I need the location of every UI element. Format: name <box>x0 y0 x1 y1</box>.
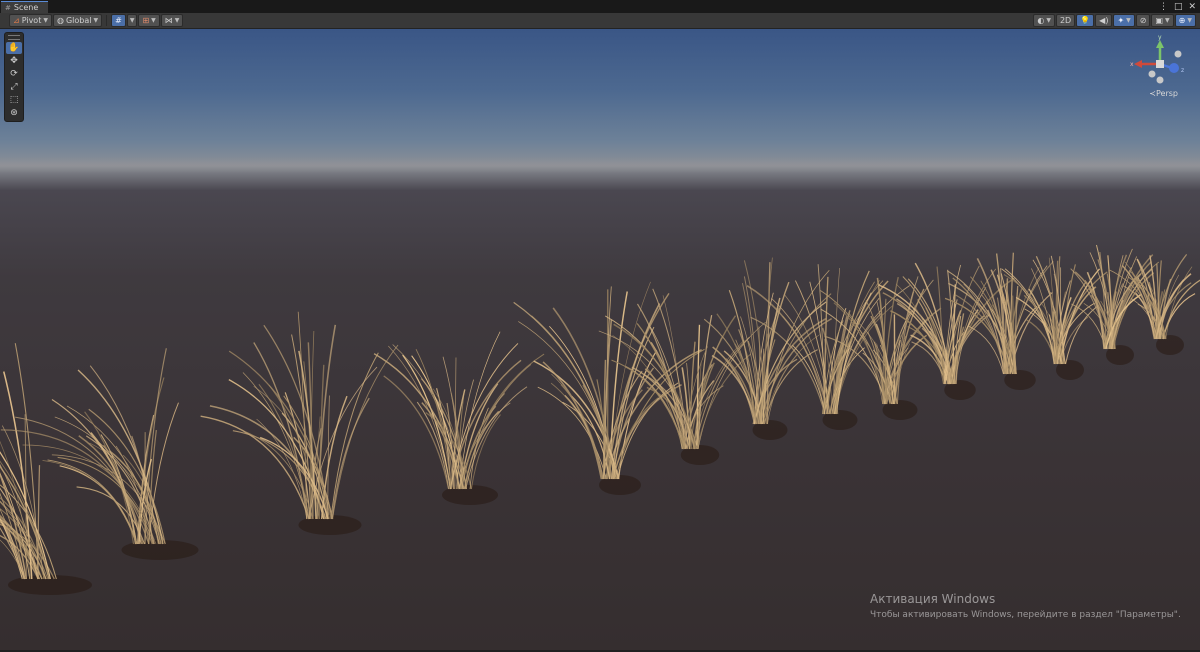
lighting-toggle-button[interactable]: 💡 <box>1076 14 1095 27</box>
globe-icon: ◍ <box>56 16 64 25</box>
maximize-icon[interactable]: □ <box>1174 2 1183 12</box>
move-tool[interactable]: ✥ <box>6 55 22 67</box>
grass-tuft <box>200 311 399 535</box>
draw-mode-button[interactable]: ◐ ▼ <box>1033 14 1055 27</box>
rect-icon: ⬚ <box>9 95 19 105</box>
pivot-icon: ⊿ <box>13 16 20 25</box>
visibility-toggle-button[interactable]: ⊘ <box>1135 14 1151 27</box>
effects-icon: ✦ <box>1117 16 1125 25</box>
axis-gizmo-icon: y x z <box>1130 34 1184 84</box>
chevron-down-icon: ▼ <box>129 17 135 24</box>
snap-button[interactable]: ⊞ ▼ <box>138 14 160 27</box>
gizmos-icon: ⊕ <box>1178 16 1186 25</box>
snap-icon: ⊞ <box>142 16 150 25</box>
more-options-icon[interactable]: ⋮ <box>1159 2 1168 12</box>
projection-toggle[interactable]: ≺Persp <box>1149 89 1178 98</box>
grass-tuft <box>513 281 705 495</box>
chevron-down-icon: ▼ <box>151 17 156 24</box>
lightbulb-icon: 💡 <box>1080 16 1091 25</box>
chevron-down-icon: ▼ <box>1187 17 1192 24</box>
shading-mode-icon: ◐ <box>1037 16 1045 25</box>
grass-tuft <box>703 257 832 440</box>
tools-palette: ✋ ✥ ⟳ ⤢ ⬚ ⊛ <box>4 32 24 122</box>
scene-icon: # <box>5 3 11 12</box>
camera-icon: ▣ <box>1155 16 1164 25</box>
toolbar-right-group: ◐ ▼ 2D 💡 ◀) ✦ ▼ ⊘ ▣ ▼ ⊕ ▼ <box>1033 14 1196 27</box>
axis-y-label: y <box>1158 34 1162 41</box>
palette-grip-handle[interactable] <box>8 35 20 40</box>
effects-button[interactable]: ✦ ▼ <box>1113 14 1135 27</box>
scene-viewport[interactable]: ✋ ✥ ⟳ ⤢ ⬚ ⊛ y x z ≺Persp Активация Windo… <box>0 29 1200 650</box>
grass-tuft <box>373 331 545 505</box>
grid-options-button[interactable]: ▼ <box>126 14 138 27</box>
tab-scene[interactable]: # Scene <box>1 1 48 13</box>
hand-icon: ✋ <box>8 43 20 53</box>
chevron-down-icon: ▼ <box>43 17 48 24</box>
hidden-eye-icon: ⊘ <box>1139 16 1147 25</box>
rect-tool[interactable]: ⬚ <box>6 94 22 106</box>
pivot-label: Pivot <box>21 16 42 25</box>
scale-icon: ⤢ <box>10 82 18 92</box>
scene-toolbar: ⊿ Pivot ▼ ◍ Global ▼ # ▼ ⊞ ▼ ⋈ ▼ ◐ ▼ 2D … <box>0 13 1200 29</box>
hand-tool[interactable]: ✋ <box>6 42 22 54</box>
grid-icon: # <box>115 16 122 25</box>
increment-snap-icon: ⋈ <box>164 16 173 25</box>
axis-x-label: x <box>1130 61 1134 68</box>
tab-scene-label: Scene <box>13 3 39 12</box>
gizmos-button[interactable]: ⊕ ▼ <box>1174 14 1196 27</box>
camera-settings-button[interactable]: ▣ ▼ <box>1151 14 1174 27</box>
tab-bar: # Scene ⋮ □ ✕ <box>0 0 1200 13</box>
axis-z-label: z <box>1181 67 1184 74</box>
mode-2d-button[interactable]: 2D <box>1055 14 1076 27</box>
transform-tool[interactable]: ⊛ <box>6 107 22 119</box>
increment-snap-button[interactable]: ⋈ ▼ <box>160 14 184 27</box>
grid-toggle-button[interactable]: # <box>111 14 126 27</box>
chevron-down-icon: ▼ <box>1165 17 1170 24</box>
chevron-down-icon: ▼ <box>93 17 99 24</box>
chevron-down-icon: ▼ <box>174 17 180 24</box>
speaker-icon: ◀) <box>1099 16 1109 25</box>
move-icon: ✥ <box>10 56 18 66</box>
grass-field <box>0 244 1200 595</box>
toolbar-separator <box>106 15 108 26</box>
windows-activation-watermark: Активация Windows Чтобы активировать Win… <box>870 592 1181 620</box>
grass-tuft <box>944 252 1054 390</box>
mode-2d-label: 2D <box>1059 16 1072 25</box>
transform-icon: ⊛ <box>10 108 18 118</box>
close-icon[interactable]: ✕ <box>1188 2 1196 12</box>
pivot-button[interactable]: ⊿ Pivot ▼ <box>9 14 52 27</box>
chevron-down-icon: ▼ <box>1046 17 1051 24</box>
global-button[interactable]: ◍ Global ▼ <box>52 14 103 27</box>
scale-tool[interactable]: ⤢ <box>6 81 22 93</box>
watermark-subtitle: Чтобы активировать Windows, перейдите в … <box>870 610 1181 620</box>
chevron-down-icon: ▼ <box>1126 17 1131 24</box>
grass-tuft <box>1001 255 1108 380</box>
window-controls: ⋮ □ ✕ <box>1159 0 1196 13</box>
audio-toggle-button[interactable]: ◀) <box>1095 14 1113 27</box>
watermark-title: Активация Windows <box>870 592 996 606</box>
rotate-icon: ⟳ <box>10 69 18 79</box>
rotate-tool[interactable]: ⟳ <box>6 68 22 80</box>
toolbar-left-group: ⊿ Pivot ▼ ◍ Global ▼ # ▼ ⊞ ▼ ⋈ ▼ <box>9 14 184 27</box>
global-label: Global <box>65 16 92 25</box>
